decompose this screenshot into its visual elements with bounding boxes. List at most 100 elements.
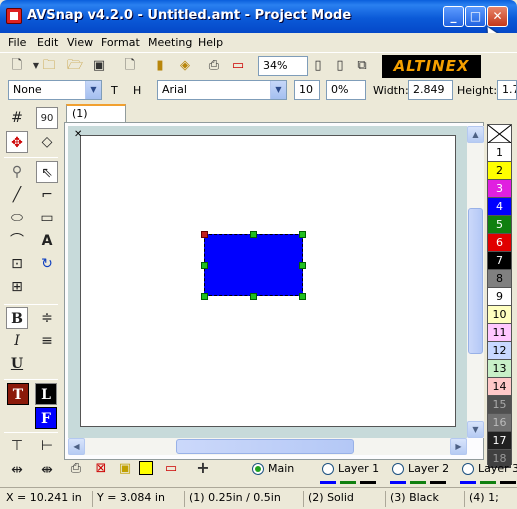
node-edit-icon[interactable]: ◇	[36, 131, 58, 153]
frame-icon[interactable]: ▭	[229, 57, 247, 75]
grid-icon[interactable]: #	[6, 107, 28, 129]
resize-handle[interactable]	[201, 293, 208, 300]
line-tool-icon[interactable]: ╱	[6, 184, 28, 206]
color-swatch-17[interactable]: 17	[488, 432, 511, 450]
arc-tool-icon[interactable]: ⌒	[6, 230, 28, 252]
table-tool-icon[interactable]: ⊞	[6, 276, 28, 298]
save-icon[interactable]: ▣	[90, 57, 108, 75]
resize-handle[interactable]	[250, 231, 257, 238]
layer-image-icon[interactable]: ▣	[116, 460, 134, 478]
color-swatch-15[interactable]: 15	[488, 396, 511, 414]
color-swatch-6[interactable]: 6	[488, 234, 511, 252]
minimize-button[interactable]: _	[443, 6, 464, 27]
rotate-tool-icon[interactable]: ↻	[36, 253, 58, 275]
menu-view[interactable]: View	[67, 36, 93, 49]
resize-handle[interactable]	[201, 231, 208, 238]
color-swatch-13[interactable]: 13	[488, 360, 511, 378]
line-style-select[interactable]: None ▼	[8, 80, 102, 100]
menu-help[interactable]: Help	[198, 36, 223, 49]
color-swatch-5[interactable]: 5	[488, 216, 511, 234]
color-swatch-9[interactable]: 9	[488, 288, 511, 306]
open-folder-icon[interactable]: 🗀	[40, 57, 58, 75]
delete-layer-icon[interactable]: ⊠	[92, 460, 110, 478]
resize-handle[interactable]	[250, 293, 257, 300]
bold-button[interactable]: B	[6, 307, 28, 329]
color-swatch-8[interactable]: 8	[488, 270, 511, 288]
polyline-tool-icon[interactable]: ⌐	[36, 184, 58, 206]
ellipse-tool-icon[interactable]: ⬭	[6, 207, 28, 229]
menu-edit[interactable]: Edit	[37, 36, 58, 49]
paste-icon[interactable]: ▮	[151, 57, 169, 75]
text-tool-icon[interactable]: A	[36, 230, 58, 252]
color-swatch-11[interactable]: 11	[488, 324, 511, 342]
folder-icon[interactable]: 🗁	[66, 57, 84, 75]
menu-meeting[interactable]: Meeting	[148, 36, 192, 49]
resize-handle[interactable]	[201, 262, 208, 269]
width-field[interactable]: 2.849	[408, 80, 453, 100]
vertical-scrollbar[interactable]: ▲ ▼	[467, 126, 484, 438]
color-swatch-3[interactable]: 3	[488, 180, 511, 198]
no-color-swatch[interactable]	[487, 124, 512, 144]
snap-point-icon[interactable]: ✥	[6, 131, 28, 153]
resize-handle[interactable]	[299, 231, 306, 238]
scroll-left-icon[interactable]: ◀	[68, 438, 85, 455]
print-icon[interactable]: ⎙	[205, 57, 223, 75]
menu-format[interactable]: Format	[101, 36, 140, 49]
new-page-icon[interactable]: 🗋	[121, 57, 139, 75]
horizontal-scrollbar[interactable]: ◀ ▶	[68, 438, 467, 455]
distribute-horizontal-icon[interactable]: ⇹	[6, 459, 28, 481]
color-swatch-10[interactable]: 10	[488, 306, 511, 324]
tab-page1[interactable]: (1) Page1	[66, 104, 126, 133]
zoom-input[interactable]: 34%	[258, 56, 308, 76]
font-color-button[interactable]: T	[7, 383, 29, 405]
color-swatch-14[interactable]: 14	[488, 378, 511, 396]
selected-rectangle[interactable]	[204, 234, 303, 296]
color-swatch-12[interactable]: 12	[488, 342, 511, 360]
chevron-down-icon[interactable]: ▼	[270, 81, 286, 99]
resize-handle[interactable]	[299, 293, 306, 300]
height-field[interactable]: 1.7	[497, 80, 517, 100]
select-arrow-icon[interactable]: ⇖	[36, 161, 58, 183]
app-icon[interactable]	[6, 8, 22, 24]
layer-1-radio[interactable]	[322, 463, 334, 475]
copy-icon[interactable]: ◈	[176, 57, 194, 75]
page-fit-icon[interactable]: ▯	[309, 57, 327, 75]
font-size-field[interactable]: 10	[294, 80, 320, 100]
scroll-right-icon[interactable]: ▶	[450, 438, 467, 455]
highlight-color-icon[interactable]	[139, 461, 153, 475]
color-swatch-2[interactable]: 2	[488, 162, 511, 180]
chevron-down-icon[interactable]: ▼	[85, 81, 101, 99]
new-file-icon[interactable]: 🗋	[8, 57, 26, 75]
layer-2-radio[interactable]	[392, 463, 404, 475]
fill-color-button[interactable]: F	[35, 407, 57, 429]
underline-button[interactable]: U	[6, 353, 28, 375]
strikethrough-icon[interactable]: ≑	[36, 307, 58, 329]
color-swatch-4[interactable]: 4	[488, 198, 511, 216]
resize-handle[interactable]	[299, 262, 306, 269]
color-swatch-16[interactable]: 16	[488, 414, 511, 432]
scroll-thumb[interactable]	[468, 208, 483, 354]
add-icon[interactable]: +	[194, 459, 212, 477]
distribute-vertical-icon[interactable]: ⇼	[36, 459, 58, 481]
align-left-icon[interactable]: ⊢	[36, 435, 58, 457]
scroll-thumb[interactable]	[176, 439, 354, 454]
layer-3-radio[interactable]	[462, 463, 474, 475]
align-icon[interactable]: ≡	[36, 330, 58, 352]
color-swatch-1[interactable]: 1	[488, 144, 511, 162]
percent-field[interactable]: 0%	[326, 80, 366, 100]
italic-button[interactable]: I	[6, 330, 28, 352]
copy-page-icon[interactable]: ⧉	[353, 57, 371, 75]
line-color-button[interactable]: L	[35, 383, 57, 405]
image-tool-icon[interactable]: ⊡	[6, 253, 28, 275]
text-button[interactable]: T	[111, 84, 118, 97]
height-button[interactable]: H	[133, 84, 141, 97]
print-layer-icon[interactable]: ⎙	[67, 460, 85, 478]
rotate-90-button[interactable]: 90	[36, 107, 58, 129]
maximize-button[interactable]: □	[465, 6, 486, 27]
layer-frame-icon[interactable]: ▭	[162, 460, 180, 478]
eyedropper-icon[interactable]: ⚲	[6, 161, 28, 183]
color-swatch-7[interactable]: 7	[488, 252, 511, 270]
scroll-down-icon[interactable]: ▼	[467, 421, 484, 438]
font-select[interactable]: Arial ▼	[157, 80, 287, 100]
layer-main-radio[interactable]	[252, 463, 264, 475]
